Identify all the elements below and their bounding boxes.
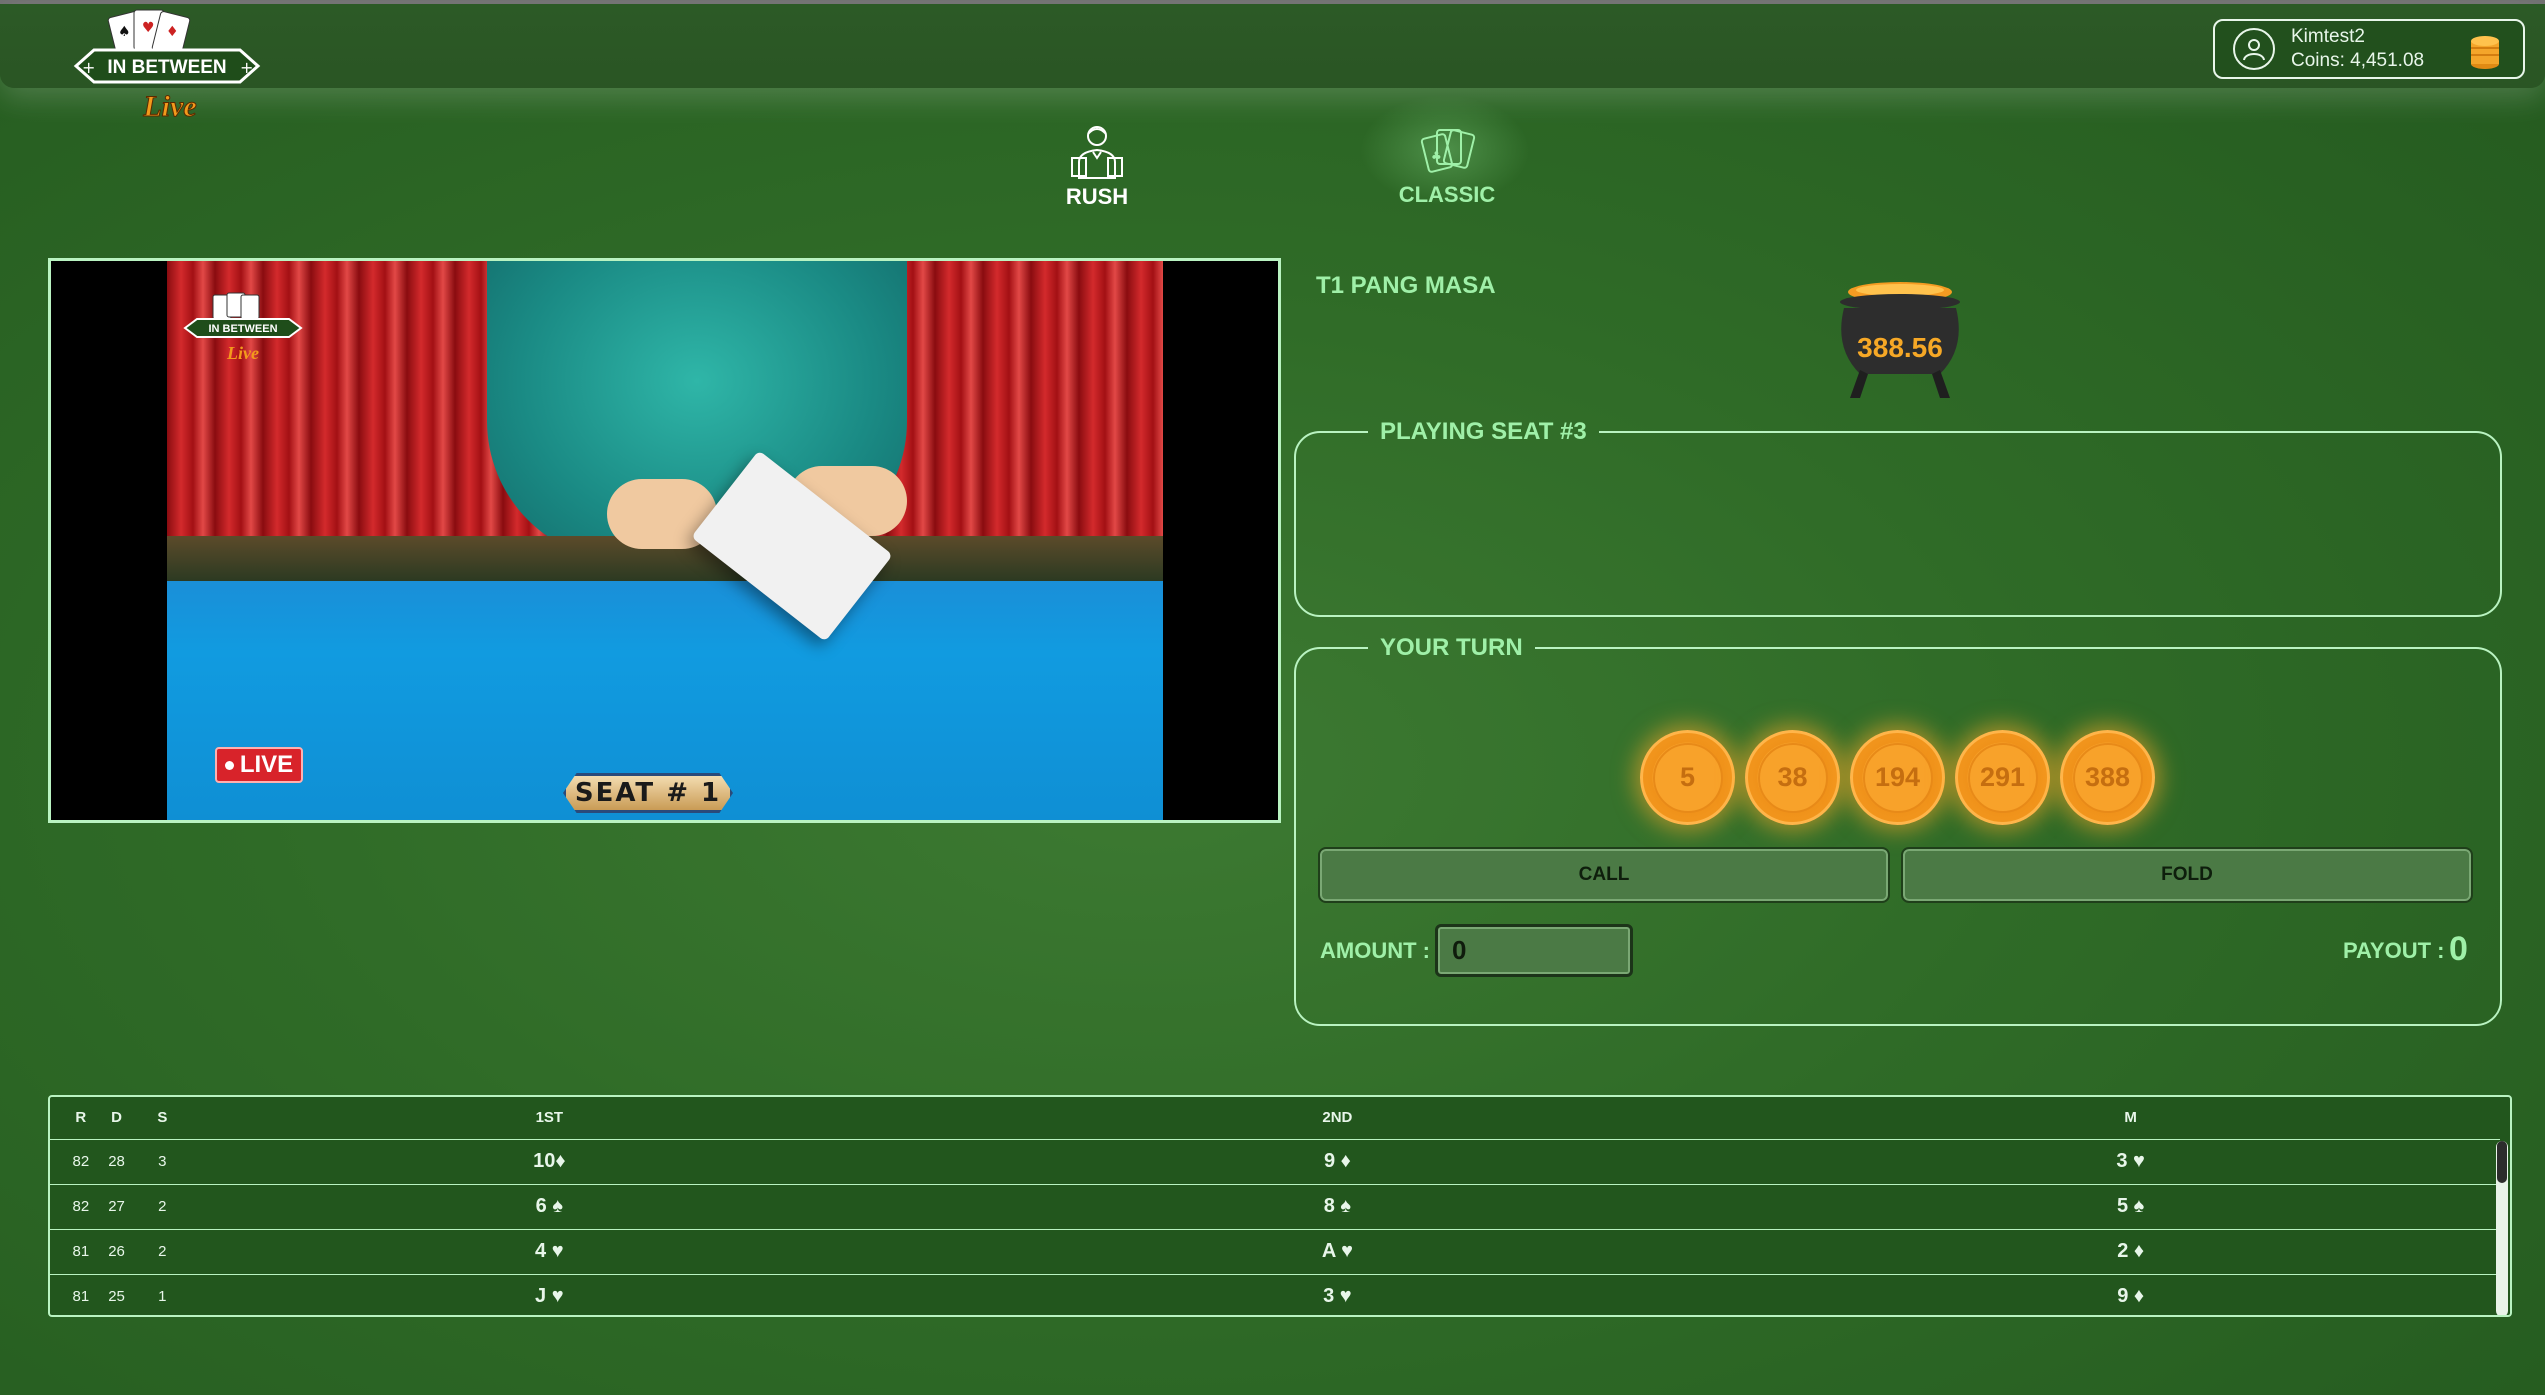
live-dot-icon: [224, 760, 234, 770]
table-name: T1 PANG MASA: [1316, 272, 1496, 299]
playing-seat-title: PLAYING SEAT #3: [1380, 418, 1587, 445]
fold-button[interactable]: FOLD: [1901, 847, 2473, 903]
logo-script: Live: [142, 90, 196, 123]
svg-text:+: +: [82, 58, 95, 77]
chip-value: 38: [1757, 742, 1828, 813]
tab-rush[interactable]: RUSH: [1062, 122, 1132, 210]
logo-text: IN BETWEEN: [107, 57, 226, 78]
svg-text:♦: ♦: [166, 24, 179, 40]
cell-first: 10♦: [185, 1138, 914, 1184]
cell-m: 2 ♦: [1761, 1228, 2500, 1274]
chip-button[interactable]: 5: [1640, 730, 1735, 825]
history-header-row: R D S 1ST 2ND M: [50, 1097, 2500, 1139]
cell-r: 82: [50, 1183, 94, 1229]
table-row: 81 25 1 J ♥ 3 ♥ 9 ♦: [50, 1273, 2500, 1315]
user-info: Kimtest2 Coins: 4,451.08: [2291, 25, 2424, 73]
cell-s: 3: [139, 1138, 186, 1184]
video-frame: IN BETWEEN Live LIVE SEAT # 1: [167, 261, 1163, 820]
chip-value: 388: [2072, 742, 2143, 813]
cell-d: 27: [93, 1183, 140, 1229]
username: Kimtest2: [2291, 26, 2365, 47]
your-turn-title: YOUR TURN: [1380, 634, 1523, 661]
chip-button[interactable]: 388: [2060, 730, 2155, 825]
cell-r: 81: [50, 1273, 94, 1315]
tab-rush-label: RUSH: [1065, 184, 1129, 209]
cards-icon: ♣: [1420, 129, 1476, 173]
in-between-live-logo[interactable]: ♠ ♥ ♦ IN BETWEEN + + Live: [72, 8, 262, 124]
live-label: LIVE: [239, 751, 294, 778]
chip-button[interactable]: 291: [1955, 730, 2050, 825]
cell-s: 2: [139, 1228, 186, 1274]
cell-m: 3 ♥: [1761, 1138, 2500, 1184]
cell-d: 25: [93, 1273, 140, 1315]
cell-second: 9 ♦: [913, 1138, 1762, 1184]
payout-label: PAYOUT :: [2343, 938, 2445, 963]
svg-text:♥: ♥: [142, 20, 155, 36]
table-row: 82 27 2 6 ♠ 8 ♠ 5 ♠: [50, 1183, 2500, 1229]
top-header: Kimtest2 Coins: 4,451.08: [0, 4, 2545, 88]
cell-s: 2: [139, 1183, 186, 1229]
cell-second: A ♥: [913, 1228, 1762, 1274]
user-avatar-icon: [2233, 28, 2275, 70]
call-button[interactable]: CALL: [1318, 847, 1890, 903]
pot-value: 388.56: [1857, 332, 1943, 363]
cell-d: 26: [93, 1228, 140, 1274]
video-overlay-logo: IN BETWEEN Live: [183, 291, 303, 371]
coins-stack-icon: [2467, 31, 2503, 71]
coins-balance: Coins: 4,451.08: [2291, 50, 2425, 71]
live-video-stream[interactable]: IN BETWEEN Live LIVE SEAT # 1: [48, 258, 1281, 823]
bet-chips: 5 38 194 291 388: [1640, 730, 2155, 825]
cell-first: 6 ♠: [185, 1183, 914, 1229]
user-account-box[interactable]: Kimtest2 Coins: 4,451.08: [2213, 19, 2525, 79]
header-s: S: [157, 1109, 168, 1127]
cell-second: 8 ♠: [913, 1183, 1762, 1229]
amount-input[interactable]: [1435, 924, 1633, 977]
seat-badge: SEAT # 1: [563, 773, 733, 813]
video-logo-text: IN BETWEEN: [208, 323, 277, 335]
history-scrollbar[interactable]: [2496, 1141, 2508, 1315]
cell-m: 5 ♠: [1761, 1183, 2500, 1229]
header-first: 1ST: [535, 1109, 564, 1127]
cell-first: 4 ♥: [185, 1228, 914, 1274]
header-r: R: [75, 1109, 87, 1127]
video-logo-script: Live: [226, 343, 259, 363]
svg-text:♠: ♠: [118, 24, 131, 40]
chip-value: 291: [1967, 742, 2038, 813]
cell-r: 81: [50, 1228, 94, 1274]
playing-seat-panel: PLAYING SEAT #3: [1294, 418, 2502, 617]
tab-classic[interactable]: ♣ CLASSIC: [1393, 122, 1501, 208]
dealer-icon: [1071, 126, 1123, 179]
svg-text:♣: ♣: [1431, 149, 1442, 163]
history-scroll-thumb[interactable]: [2497, 1141, 2507, 1183]
cell-r: 82: [50, 1138, 94, 1184]
cell-second: 3 ♥: [913, 1273, 1762, 1315]
chip-value: 194: [1862, 742, 1933, 813]
svg-text:+: +: [240, 58, 253, 77]
table-row: 82 28 3 10♦ 9 ♦ 3 ♥: [50, 1138, 2500, 1184]
amount-label: AMOUNT :: [1320, 938, 1430, 963]
header-second: 2ND: [1322, 1109, 1353, 1127]
header-d: D: [111, 1109, 122, 1127]
round-history-table: R D S 1ST 2ND M 82 28 3 10♦ 9 ♦ 3 ♥ 82 2…: [48, 1095, 2512, 1317]
chip-button[interactable]: 194: [1850, 730, 1945, 825]
payout-value: 0: [2449, 930, 2468, 968]
cell-s: 1: [139, 1273, 186, 1315]
live-badge: LIVE: [215, 747, 303, 783]
tab-classic-label: CLASSIC: [1398, 182, 1496, 207]
chip-value: 5: [1652, 742, 1723, 813]
cell-first: J ♥: [185, 1273, 914, 1315]
header-m: M: [2124, 1109, 2137, 1127]
cell-d: 28: [93, 1138, 140, 1184]
table-row: 81 26 2 4 ♥ A ♥ 2 ♦: [50, 1228, 2500, 1274]
cell-m: 9 ♦: [1761, 1273, 2500, 1315]
chip-button[interactable]: 38: [1745, 730, 1840, 825]
